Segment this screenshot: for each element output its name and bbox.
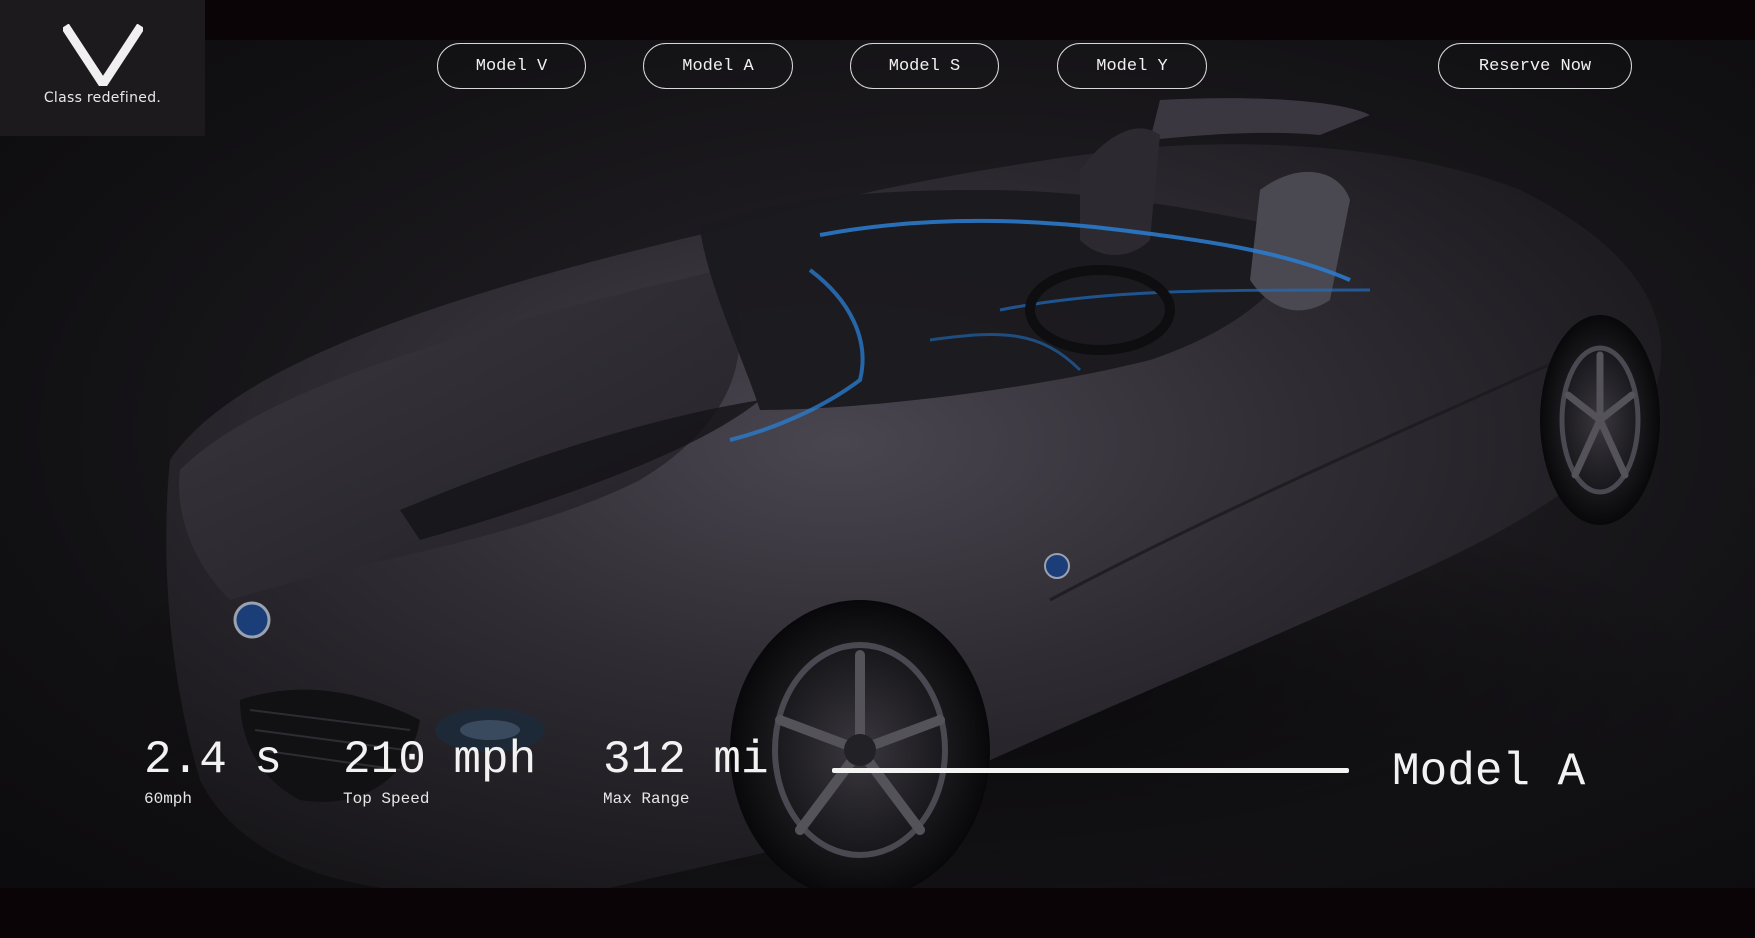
brand-logo[interactable]: Class redefined.: [0, 0, 205, 136]
nav-model-y[interactable]: Model Y: [1057, 43, 1207, 89]
v-logo-icon: [62, 24, 143, 86]
current-model-title: Model A: [1392, 746, 1586, 798]
stat-acceleration-value: 2.4 s: [144, 734, 283, 786]
stat-range-label: Max Range: [603, 790, 690, 808]
nav-model-v[interactable]: Model V: [437, 43, 586, 89]
stat-top-speed-label: Top Speed: [343, 790, 430, 808]
landing-page: Class redefined. Model V Model A Model S…: [0, 0, 1755, 938]
stat-acceleration-label: 60mph: [144, 790, 193, 808]
stats-divider: [832, 768, 1349, 773]
reserve-now-button[interactable]: Reserve Now: [1438, 43, 1632, 89]
nav-model-a[interactable]: Model A: [643, 43, 793, 89]
stat-range-value: 312 mi: [603, 734, 769, 786]
brand-tagline: Class redefined.: [43, 90, 162, 106]
bottom-band: [0, 888, 1755, 913]
nav-model-s[interactable]: Model S: [850, 43, 999, 89]
stat-top-speed-value: 210 mph: [343, 734, 537, 786]
